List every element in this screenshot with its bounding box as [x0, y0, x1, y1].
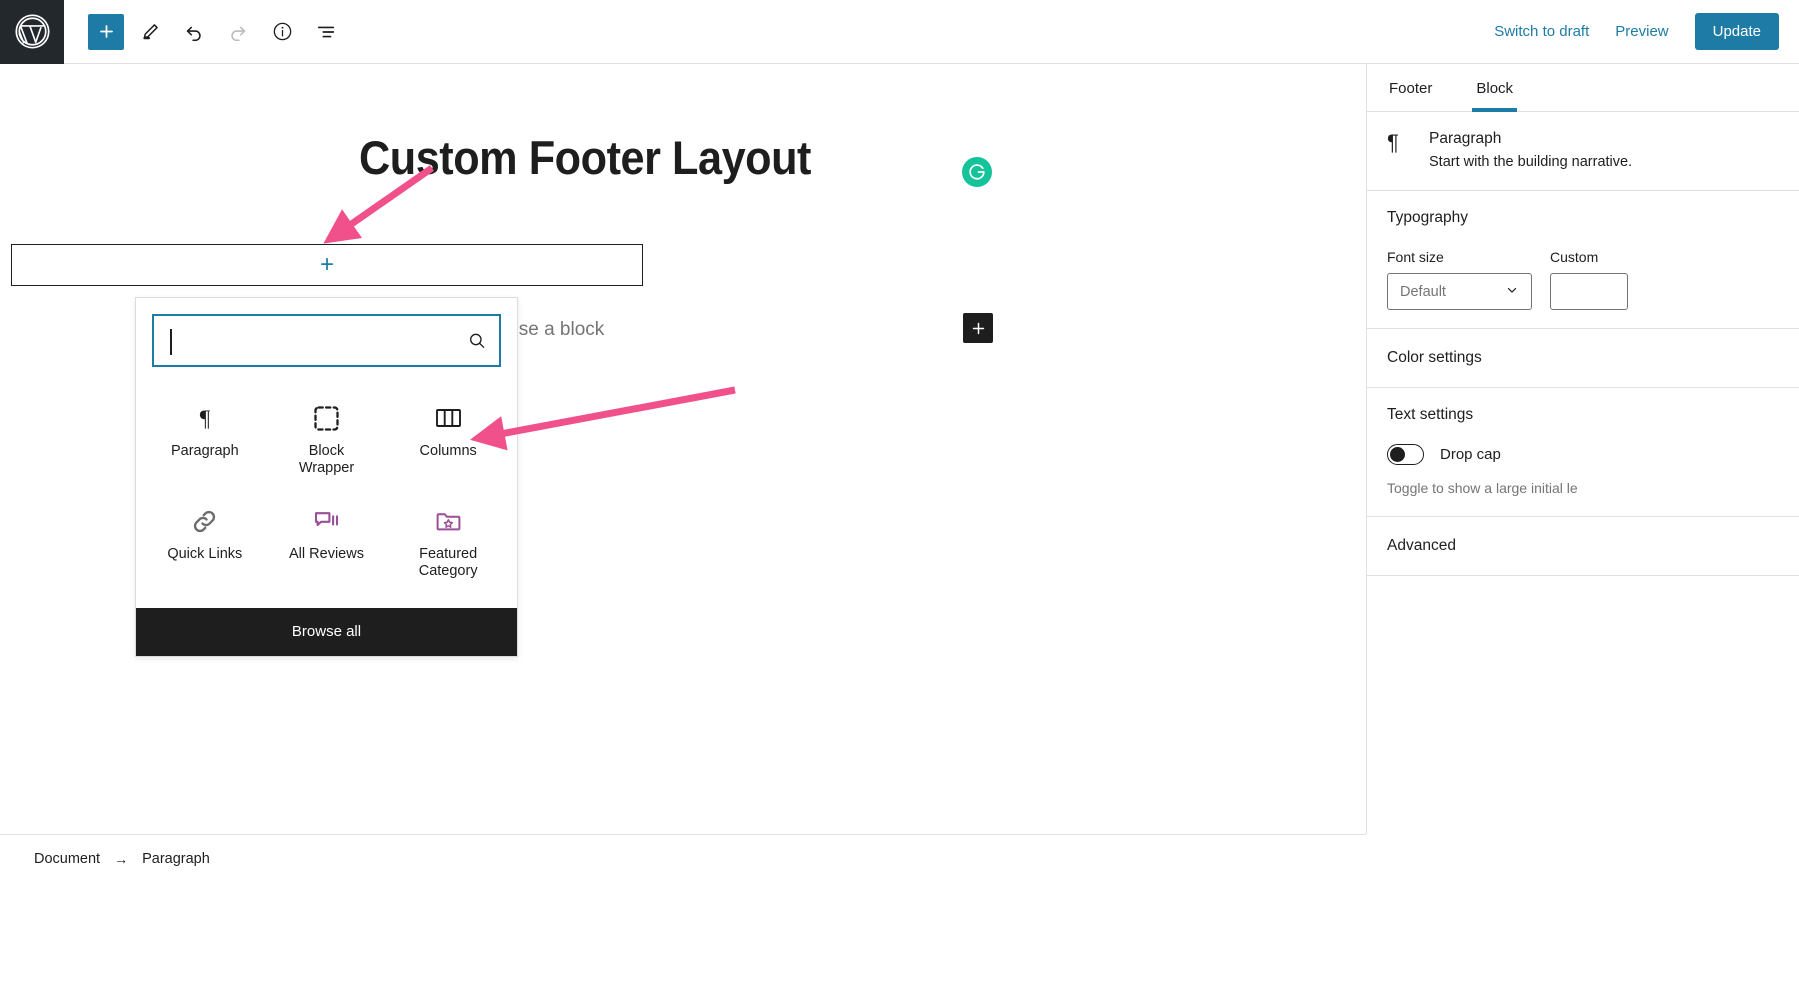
drop-cap-toggle[interactable] — [1387, 444, 1424, 466]
typography-panel: Typography Font size Default Custom — [1367, 191, 1799, 330]
sidebar-tabs: Footer Block — [1367, 64, 1799, 112]
list-view-button[interactable] — [308, 14, 344, 50]
search-input[interactable] — [154, 316, 455, 365]
top-bar-actions: Switch to draft Preview Update — [1494, 13, 1799, 50]
color-settings-panel-header[interactable]: Color settings — [1367, 329, 1799, 389]
block-item-featured-category[interactable]: Featured Category — [387, 498, 509, 587]
editor-canvas: Custom Footer Layout + e / to choose a b… — [0, 64, 1366, 834]
details-button[interactable] — [264, 14, 300, 50]
dashed-square-icon — [313, 403, 340, 433]
drop-cap-label: Drop cap — [1440, 446, 1501, 464]
undo-button[interactable] — [176, 14, 212, 50]
text-settings-heading: Text settings — [1387, 406, 1474, 424]
search-field-wrapper[interactable] — [152, 314, 501, 367]
comment-bubbles-icon — [313, 506, 340, 536]
drop-cap-help-text: Toggle to show a large initial le — [1387, 480, 1578, 497]
top-bar-tool-group — [64, 13, 344, 50]
settings-sidebar: Footer Block ¶ Paragraph Start with the … — [1366, 64, 1799, 834]
font-size-field: Font size Default — [1387, 249, 1532, 311]
editor-footer: Document → Paragraph — [0, 834, 1366, 998]
block-card-description: Start with the building narrative. — [1429, 154, 1633, 170]
editor-top-bar: Switch to draft Preview Update — [0, 0, 1799, 64]
inline-add-block-button[interactable] — [963, 313, 993, 343]
breadcrumb-item-document[interactable]: Document — [30, 849, 104, 869]
block-item-label: Block Wrapper — [298, 443, 355, 476]
block-item-label: All Reviews — [289, 546, 364, 563]
paragraph-pilcrow-icon: ¶ — [193, 403, 217, 433]
breadcrumb: Document → Paragraph — [0, 835, 1366, 883]
grammarly-g-icon[interactable] — [962, 157, 992, 187]
block-type-grid: ¶ Paragraph Block Wrapper Columns Quick … — [136, 377, 517, 608]
link-chain-icon — [191, 506, 218, 536]
breadcrumb-separator-icon: → — [114, 851, 129, 867]
browse-all-button[interactable]: Browse all — [136, 607, 517, 656]
advanced-panel-header[interactable]: Advanced — [1367, 517, 1799, 577]
block-info-card: ¶ Paragraph Start with the building narr… — [1367, 112, 1799, 192]
block-item-quick-links[interactable]: Quick Links — [144, 498, 266, 587]
custom-font-size-input[interactable] — [1550, 273, 1628, 311]
font-size-select[interactable]: Default — [1387, 273, 1532, 311]
custom-font-size-label: Custom — [1550, 249, 1599, 266]
folder-star-icon — [435, 506, 462, 536]
columns-icon — [435, 403, 462, 433]
block-appender-row[interactable]: + — [11, 244, 643, 286]
inserter-search-area — [136, 298, 517, 377]
wordpress-logo-icon[interactable] — [0, 0, 64, 64]
block-item-label: Quick Links — [167, 546, 243, 563]
block-item-block-wrapper[interactable]: Block Wrapper — [266, 395, 388, 484]
switch-to-draft-button[interactable]: Switch to draft — [1494, 23, 1589, 40]
add-block-button[interactable] — [88, 13, 124, 50]
redo-button[interactable] — [220, 14, 256, 50]
custom-font-size-field: Custom — [1550, 249, 1628, 311]
block-item-label: Paragraph — [170, 443, 239, 459]
edit-tool-button[interactable] — [132, 14, 168, 50]
page-title[interactable]: Custom Footer Layout — [47, 130, 1123, 185]
update-button[interactable]: Update — [1694, 13, 1779, 50]
breadcrumb-item-paragraph[interactable]: Paragraph — [138, 849, 214, 869]
arrow-to-columns-block — [470, 386, 736, 451]
text-caret — [170, 329, 172, 355]
plus-icon: + — [319, 251, 334, 278]
svg-text:¶: ¶ — [200, 406, 211, 431]
paragraph-pilcrow-icon: ¶ — [1387, 130, 1399, 155]
chevron-down-icon — [1505, 283, 1519, 301]
toggle-knob — [1390, 447, 1405, 463]
block-inserter-popover: ¶ Paragraph Block Wrapper Columns Quick … — [135, 297, 518, 657]
typography-heading: Typography — [1387, 209, 1468, 227]
font-size-label: Font size — [1387, 249, 1444, 266]
block-item-columns[interactable]: Columns — [387, 395, 509, 484]
text-settings-panel: Text settings Drop cap Toggle to show a … — [1367, 388, 1799, 518]
tab-footer[interactable]: Footer — [1367, 64, 1454, 112]
block-item-label: Columns — [419, 443, 477, 459]
search-icon — [455, 316, 499, 365]
tab-block[interactable]: Block — [1454, 64, 1535, 112]
block-card-title: Paragraph — [1429, 130, 1502, 147]
wordpress-block-editor: Switch to draft Preview Update Custom Fo… — [0, 0, 1799, 998]
block-item-all-reviews[interactable]: All Reviews — [266, 498, 388, 587]
font-size-value: Default — [1400, 283, 1446, 300]
preview-button[interactable]: Preview — [1615, 23, 1668, 40]
block-item-paragraph[interactable]: ¶ Paragraph — [144, 395, 266, 484]
block-item-label: Featured Category — [418, 546, 478, 580]
